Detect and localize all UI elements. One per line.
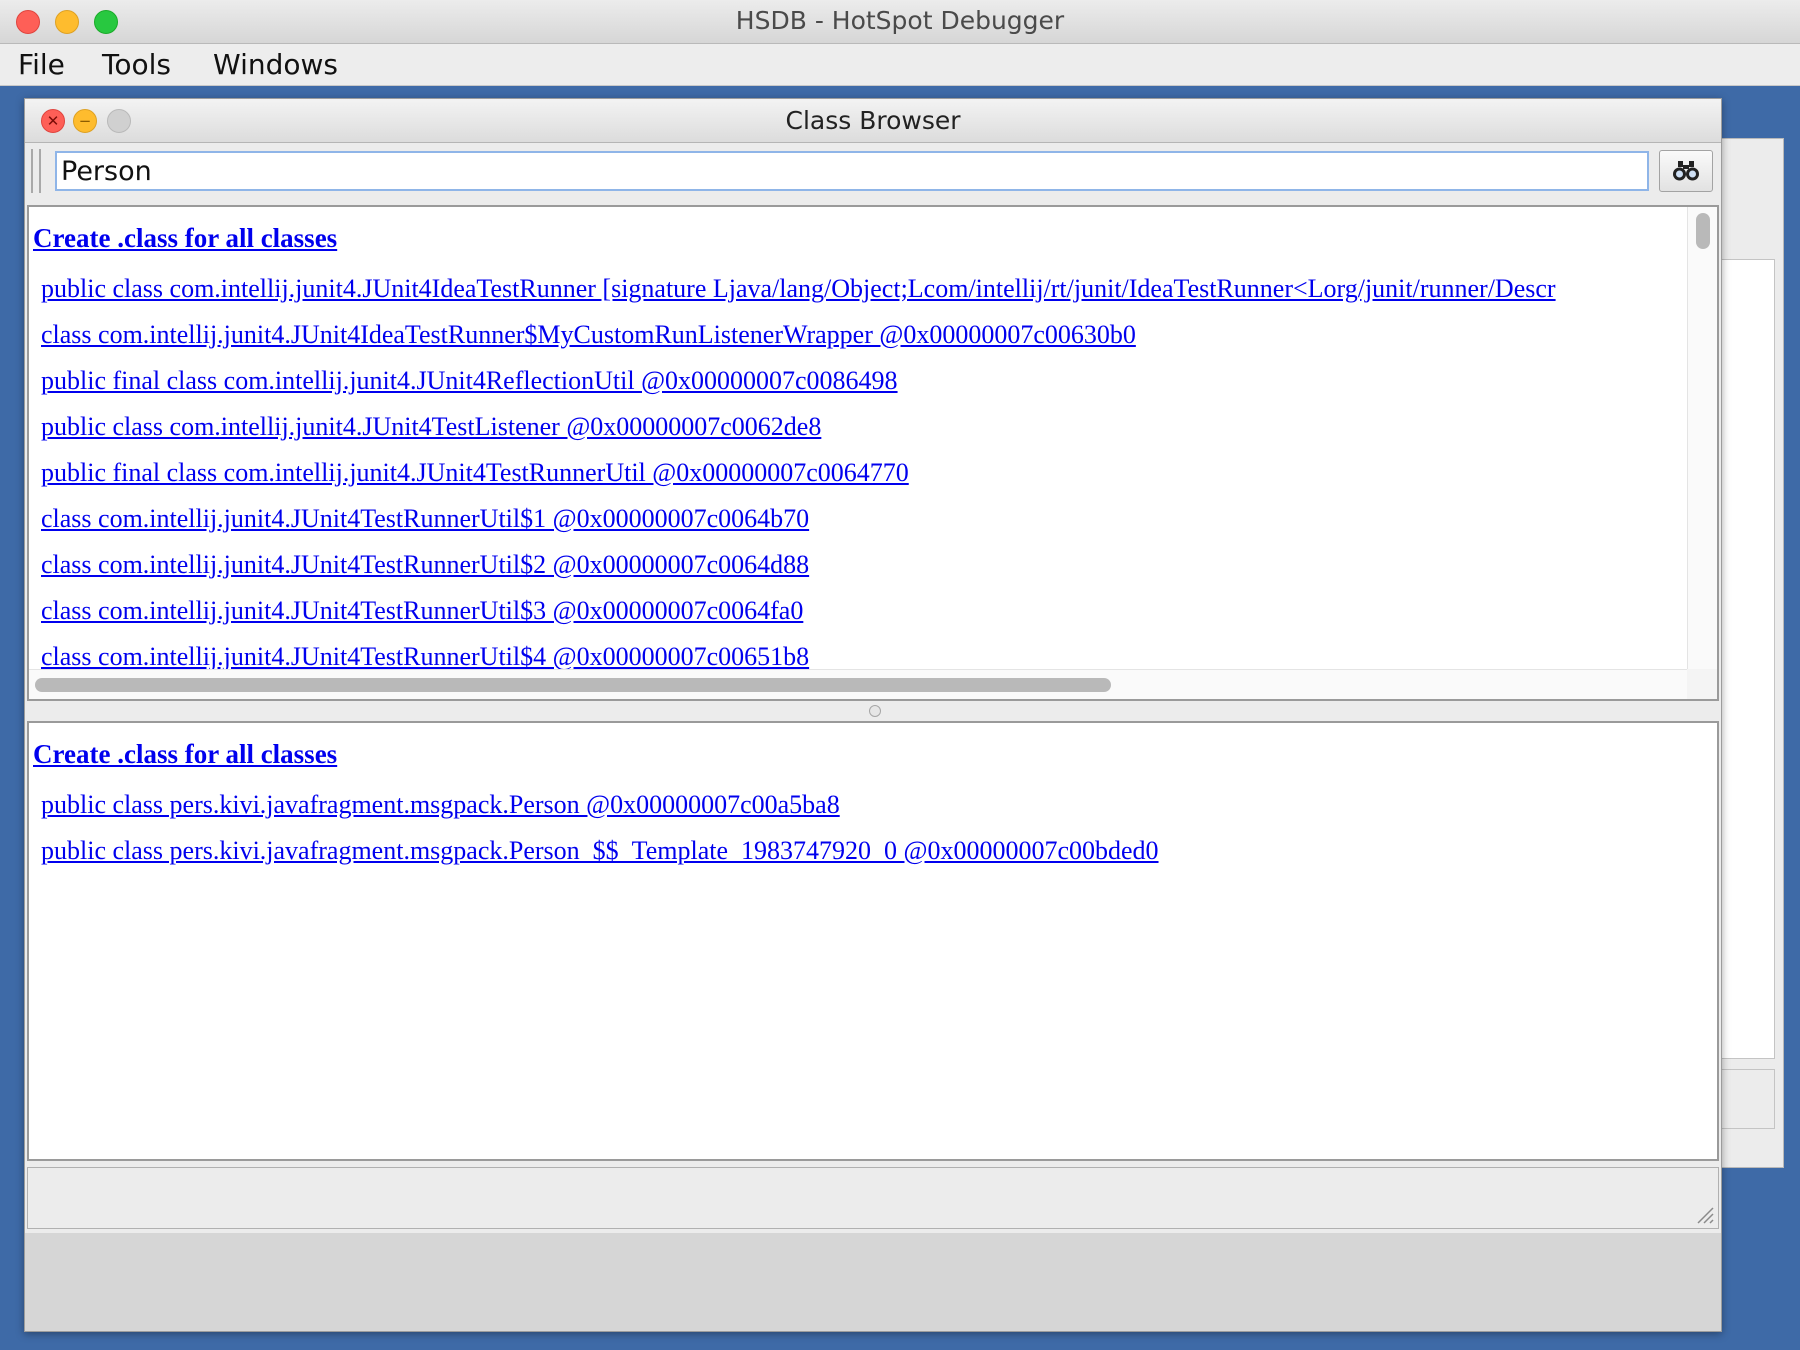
class-link[interactable]: public final class com.intellij.junit4.J… bbox=[41, 365, 1556, 411]
class-link[interactable]: public class com.intellij.junit4.JUnit4I… bbox=[41, 273, 1556, 319]
class-link[interactable]: class com.intellij.junit4.JUnit4TestRunn… bbox=[41, 641, 1556, 669]
class-link[interactable]: class com.intellij.junit4.JUnit4IdeaTest… bbox=[41, 319, 1556, 365]
search-results-pane: Create .class for all classes public cla… bbox=[27, 721, 1719, 1161]
main-titlebar: HSDB - HotSpot Debugger bbox=[0, 0, 1800, 44]
vertical-scrollbar[interactable] bbox=[1687, 207, 1717, 669]
class-link[interactable]: public final class com.intellij.junit4.J… bbox=[41, 457, 1556, 503]
status-panel bbox=[27, 1167, 1719, 1229]
class-browser-title: Class Browser bbox=[785, 106, 961, 135]
all-classes-list: public class com.intellij.junit4.JUnit4I… bbox=[41, 273, 1556, 669]
class-link[interactable]: public class pers.kivi.javafragment.msgp… bbox=[41, 835, 1159, 881]
search-toolbar bbox=[25, 143, 1721, 199]
all-classes-content: Create .class for all classes public cla… bbox=[29, 207, 1687, 669]
class-browser-window: ✕ − Class Browser Create .class for all … bbox=[24, 98, 1722, 1332]
menu-file[interactable]: File bbox=[18, 48, 65, 81]
divider-handle-icon[interactable] bbox=[869, 705, 881, 717]
class-link[interactable]: class com.intellij.junit4.JUnit4TestRunn… bbox=[41, 595, 1556, 641]
search-results-list: public class pers.kivi.javafragment.msgp… bbox=[41, 789, 1159, 881]
horizontal-scrollbar[interactable] bbox=[29, 669, 1687, 699]
search-button[interactable] bbox=[1659, 150, 1713, 192]
resize-grip-icon[interactable] bbox=[1694, 1204, 1714, 1224]
main-window-title: HSDB - HotSpot Debugger bbox=[735, 6, 1065, 35]
class-link[interactable]: public class pers.kivi.javafragment.msgp… bbox=[41, 789, 1159, 835]
class-search-input[interactable] bbox=[55, 151, 1649, 191]
binoculars-icon bbox=[1673, 161, 1699, 181]
search-results-content: Create .class for all classes public cla… bbox=[29, 723, 1717, 1159]
class-browser-titlebar[interactable]: ✕ − Class Browser bbox=[25, 99, 1721, 143]
create-class-all-link-bottom[interactable]: Create .class for all classes bbox=[33, 739, 337, 770]
all-classes-pane: Create .class for all classes public cla… bbox=[27, 205, 1719, 701]
split-divider[interactable] bbox=[27, 701, 1719, 721]
toolbar-grip[interactable] bbox=[31, 149, 41, 193]
class-link[interactable]: class com.intellij.junit4.JUnit4TestRunn… bbox=[41, 549, 1556, 595]
menu-tools[interactable]: Tools bbox=[102, 48, 171, 81]
menu-windows[interactable]: Windows bbox=[213, 48, 338, 81]
vertical-scroll-thumb[interactable] bbox=[1696, 213, 1710, 249]
class-link[interactable]: public class com.intellij.junit4.JUnit4T… bbox=[41, 411, 1556, 457]
scroll-corner bbox=[1687, 669, 1717, 699]
bottom-strip bbox=[25, 1233, 1721, 1331]
horizontal-scroll-thumb[interactable] bbox=[35, 678, 1111, 692]
create-class-all-link-top[interactable]: Create .class for all classes bbox=[33, 223, 337, 254]
menu-bar: File Tools Windows bbox=[0, 44, 1800, 86]
class-link[interactable]: class com.intellij.junit4.JUnit4TestRunn… bbox=[41, 503, 1556, 549]
